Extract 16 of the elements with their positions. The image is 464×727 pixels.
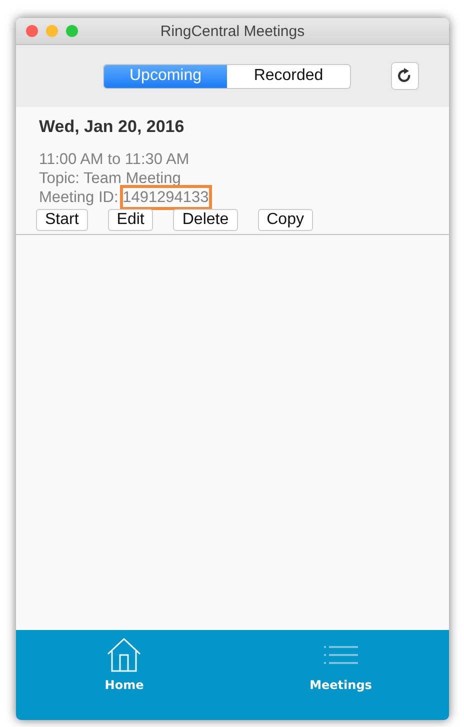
meeting-date: Wed, Jan 20, 2016 — [39, 117, 186, 137]
window-title: RingCentral Meetings — [160, 22, 305, 40]
meeting-id: 1491294133 — [122, 188, 209, 207]
meeting-time: 11:00 AM to 11:30 AM — [39, 150, 190, 169]
close-button[interactable] — [26, 25, 38, 37]
segment-tab[interactable]: Recorded — [227, 64, 350, 88]
action-button[interactable]: Copy — [258, 209, 313, 231]
action-button[interactable]: Start — [36, 209, 88, 231]
meeting-id-label: Meeting ID: — [39, 189, 118, 206]
refresh-icon — [398, 68, 412, 84]
action-button[interactable]: Delete — [173, 209, 238, 231]
refresh-button[interactable] — [391, 62, 419, 90]
zoom-button[interactable] — [66, 25, 78, 37]
meeting-topic: Topic: Team Meeting — [39, 169, 182, 188]
action-button[interactable]: Edit — [108, 209, 154, 231]
minimize-button[interactable] — [46, 25, 58, 37]
